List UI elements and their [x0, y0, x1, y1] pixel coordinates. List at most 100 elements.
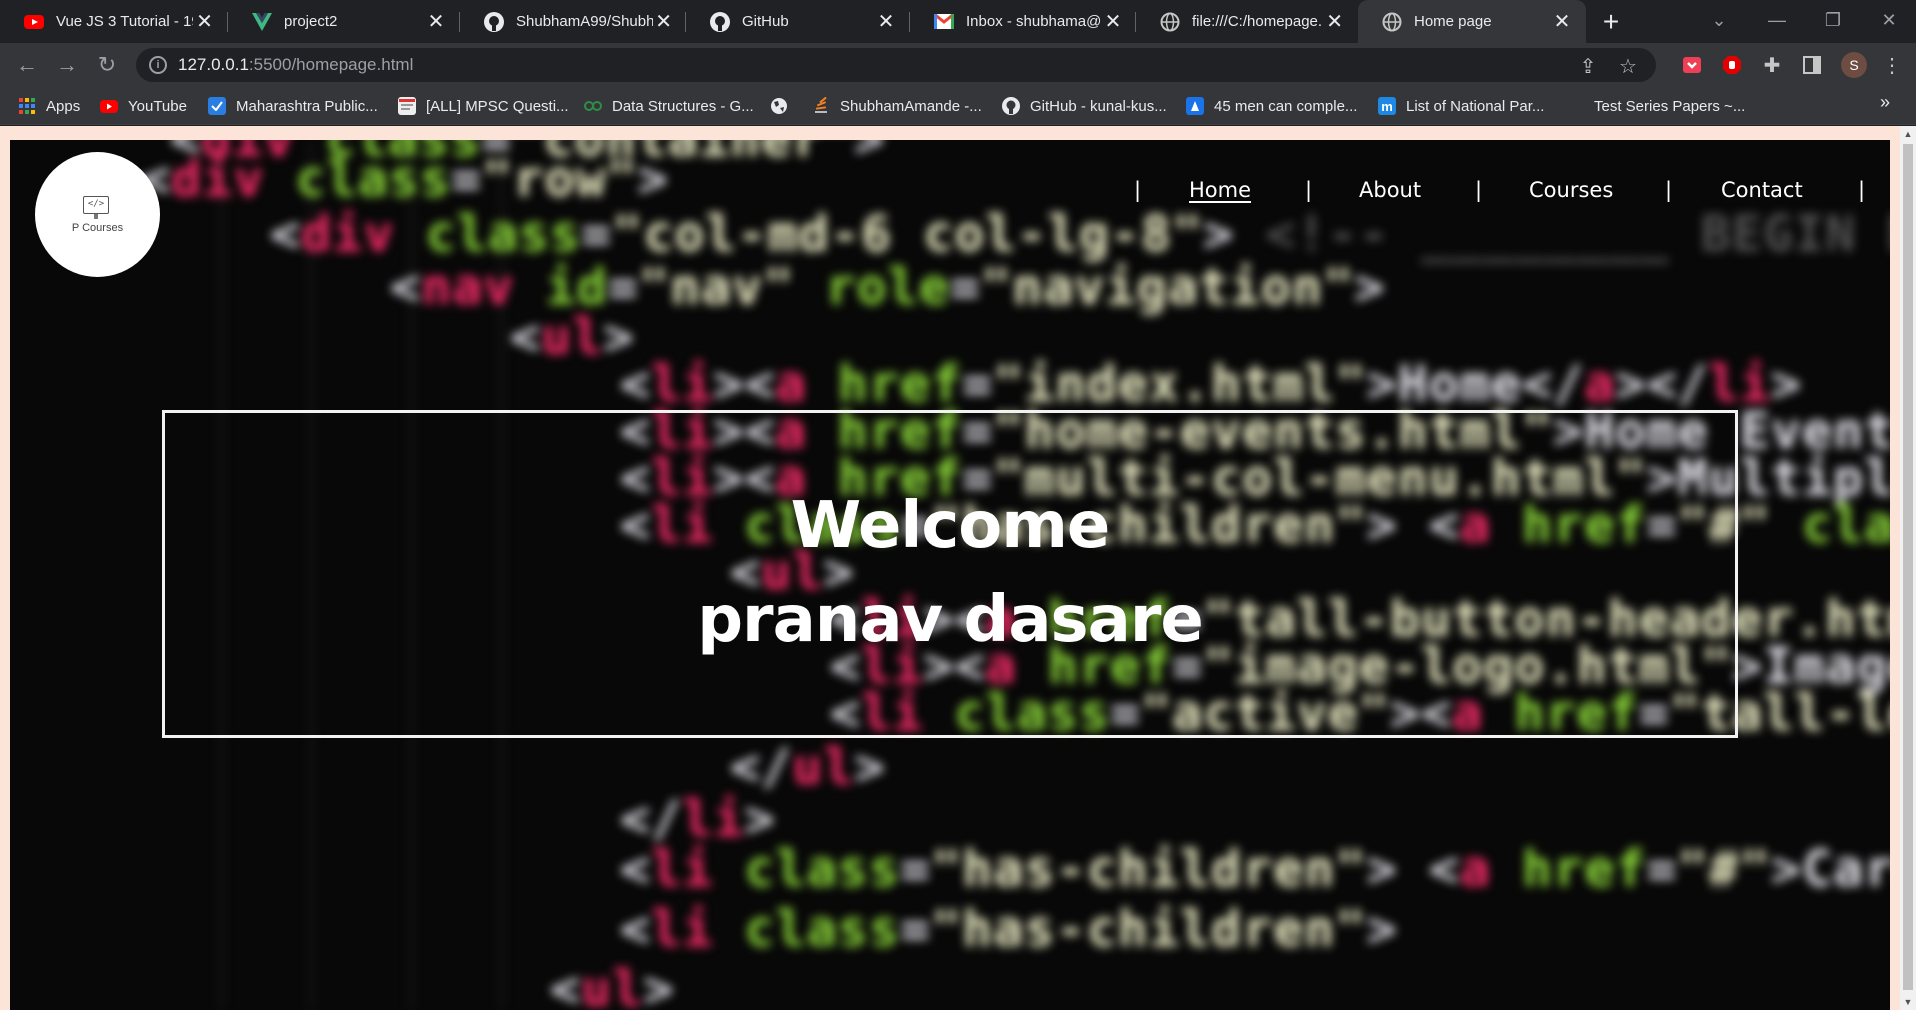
- monitor-code-icon: </>: [83, 196, 109, 214]
- youtube-icon: [24, 12, 44, 32]
- tab-title: ShubhamA99/Shubham: [516, 13, 654, 30]
- browser-toolbar: ← → ↻ i 127.0.0.1:5500/homepage.html ⇪ ☆…: [0, 43, 1916, 87]
- url-text[interactable]: 127.0.0.1:5500/homepage.html: [178, 55, 413, 75]
- bookmark-label: 45 men can comple...: [1214, 97, 1358, 115]
- window-close-icon[interactable]: ✕: [1862, 0, 1916, 40]
- page-scrollbar[interactable]: ▲ ▼: [1900, 126, 1916, 1010]
- back-arrow-icon[interactable]: ←: [11, 49, 43, 81]
- new-tab-button[interactable]: +: [1595, 6, 1627, 38]
- url-path: :5500/homepage.html: [248, 55, 414, 74]
- site-logo[interactable]: </> P Courses: [35, 152, 160, 277]
- scroll-down-arrow-icon[interactable]: ▼: [1900, 994, 1916, 1010]
- side-panel-icon[interactable]: [1800, 53, 1824, 77]
- profile-avatar[interactable]: S: [1841, 52, 1867, 78]
- nav-home-link[interactable]: Home: [1189, 178, 1251, 202]
- apps-grid-icon: [18, 97, 36, 115]
- reload-icon[interactable]: ↻: [91, 49, 123, 81]
- mpsc-icon: [208, 97, 226, 115]
- tab-title: Inbox - shubhama@m: [966, 13, 1102, 30]
- bookmark-star-icon[interactable]: ☆: [1616, 54, 1640, 78]
- welcome-name: pranav dasare: [697, 583, 1204, 657]
- vue-icon: [252, 12, 272, 32]
- tab-home-page[interactable]: Home page ✕: [1358, 0, 1586, 43]
- bookmark-label: Test Series Papers ~...: [1594, 97, 1746, 115]
- monitor-stand: [94, 214, 98, 219]
- tab-github[interactable]: GitHub ✕: [686, 0, 910, 43]
- close-icon[interactable]: ✕: [1102, 10, 1124, 34]
- close-icon[interactable]: ✕: [653, 10, 674, 34]
- tab-vue-tutorial[interactable]: Vue JS 3 Tutorial - 19 ✕: [0, 0, 228, 43]
- m-icon: m: [1378, 97, 1396, 115]
- bookmark-mpsc-questions[interactable]: [ALL] MPSC Questi...: [398, 94, 569, 118]
- nav-about-link[interactable]: About: [1359, 178, 1421, 202]
- tab-strip: Vue JS 3 Tutorial - 19 ✕ project2 ✕ Shub…: [0, 0, 1916, 43]
- tab-title: Vue JS 3 Tutorial - 19: [56, 13, 194, 30]
- close-icon[interactable]: ✕: [1323, 10, 1346, 34]
- scroll-up-arrow-icon[interactable]: ▲: [1900, 126, 1916, 142]
- bookmark-youtube[interactable]: YouTube: [100, 94, 187, 118]
- site-info-icon[interactable]: i: [149, 56, 167, 74]
- tab-search-icon[interactable]: ⌄: [1692, 0, 1746, 40]
- close-icon[interactable]: ✕: [874, 10, 898, 34]
- scrollbar-thumb[interactable]: [1903, 144, 1913, 990]
- bookmark-label: ShubhamAmande -...: [840, 97, 982, 115]
- bookmark-45-men[interactable]: 45 men can comple...: [1186, 94, 1357, 118]
- bookmark-national-parks[interactable]: m List of National Par...: [1378, 94, 1544, 118]
- bookmark-label: Data Structures - G...: [612, 97, 754, 115]
- welcome-heading: Welcome: [790, 489, 1111, 563]
- close-icon[interactable]: ✕: [424, 10, 448, 34]
- bookmark-label: YouTube: [128, 97, 187, 115]
- tab-github-repo[interactable]: ShubhamA99/Shubham ✕: [460, 0, 686, 43]
- bookmark-globe[interactable]: [770, 94, 798, 118]
- doc-thumb-icon: [398, 97, 416, 115]
- globe-icon: [770, 97, 788, 115]
- tab-title: file:///C:/homepage.h: [1192, 13, 1324, 30]
- bookmarks-bar: Apps YouTube Maharashtra Public... [ALL]…: [0, 87, 1916, 125]
- globe-icon: [1382, 12, 1402, 32]
- minimize-icon[interactable]: —: [1750, 0, 1804, 40]
- hero-section: <div class="container"> <div class="row"…: [10, 140, 1890, 1010]
- bookmark-shubhamamande[interactable]: ShubhamAmande -...: [812, 94, 982, 118]
- nav-separator: |: [1665, 178, 1673, 202]
- menu-kebab-icon[interactable]: ⋮: [1880, 53, 1904, 77]
- nav-courses-link[interactable]: Courses: [1529, 178, 1613, 202]
- github-icon: [710, 11, 730, 32]
- adblock-extension-icon[interactable]: [1720, 53, 1744, 77]
- tab-title: GitHub: [742, 13, 789, 30]
- github-icon: [1002, 97, 1020, 115]
- close-icon[interactable]: ✕: [193, 10, 216, 34]
- tab-project2[interactable]: project2 ✕: [228, 0, 460, 43]
- pocket-extension-icon[interactable]: [1680, 53, 1704, 77]
- tab-file-homepage[interactable]: file:///C:/homepage.h ✕: [1136, 0, 1358, 43]
- bookmark-label: List of National Par...: [1406, 97, 1545, 115]
- tab-title: project2: [284, 13, 338, 30]
- forward-arrow-icon[interactable]: →: [51, 49, 83, 81]
- bookmark-label: Maharashtra Public...: [236, 97, 378, 115]
- nav-separator: |: [1858, 178, 1866, 202]
- stack-icon: [812, 97, 830, 115]
- bookmark-data-structures[interactable]: Data Structures - G...: [584, 94, 754, 118]
- bookmark-apps[interactable]: Apps: [18, 94, 80, 118]
- restore-icon[interactable]: ❐: [1806, 0, 1860, 40]
- bookmark-maharashtra-public[interactable]: Maharashtra Public...: [208, 94, 378, 118]
- bookmark-label: Apps: [46, 97, 81, 115]
- address-bar[interactable]: i 127.0.0.1:5500/homepage.html ⇪ ☆: [136, 48, 1656, 82]
- bookmark-label: [ALL] MPSC Questi...: [426, 97, 569, 115]
- bookmark-test-series[interactable]: Test Series Papers ~...: [1594, 94, 1745, 118]
- answer-icon: [1186, 97, 1204, 115]
- bookmark-github-kunal[interactable]: GitHub - kunal-kus...: [1002, 94, 1167, 118]
- extensions-puzzle-icon[interactable]: ✚: [1760, 53, 1784, 77]
- gfg-icon: [584, 97, 602, 115]
- nav-separator: |: [1305, 178, 1313, 202]
- nav-contact-link[interactable]: Contact: [1721, 178, 1803, 202]
- share-icon[interactable]: ⇪: [1576, 54, 1600, 78]
- github-icon: [484, 11, 504, 32]
- gmail-icon: [934, 12, 954, 32]
- tab-title: Home page: [1414, 13, 1492, 30]
- nav-separator: |: [1475, 178, 1483, 202]
- page-viewport: <div class="container"> <div class="row"…: [0, 126, 1916, 1010]
- bookmarks-overflow-icon[interactable]: »: [1880, 92, 1890, 113]
- close-icon[interactable]: ✕: [1550, 10, 1574, 34]
- tab-gmail-inbox[interactable]: Inbox - shubhama@m ✕: [910, 0, 1136, 43]
- logo-text: P Courses: [71, 222, 124, 234]
